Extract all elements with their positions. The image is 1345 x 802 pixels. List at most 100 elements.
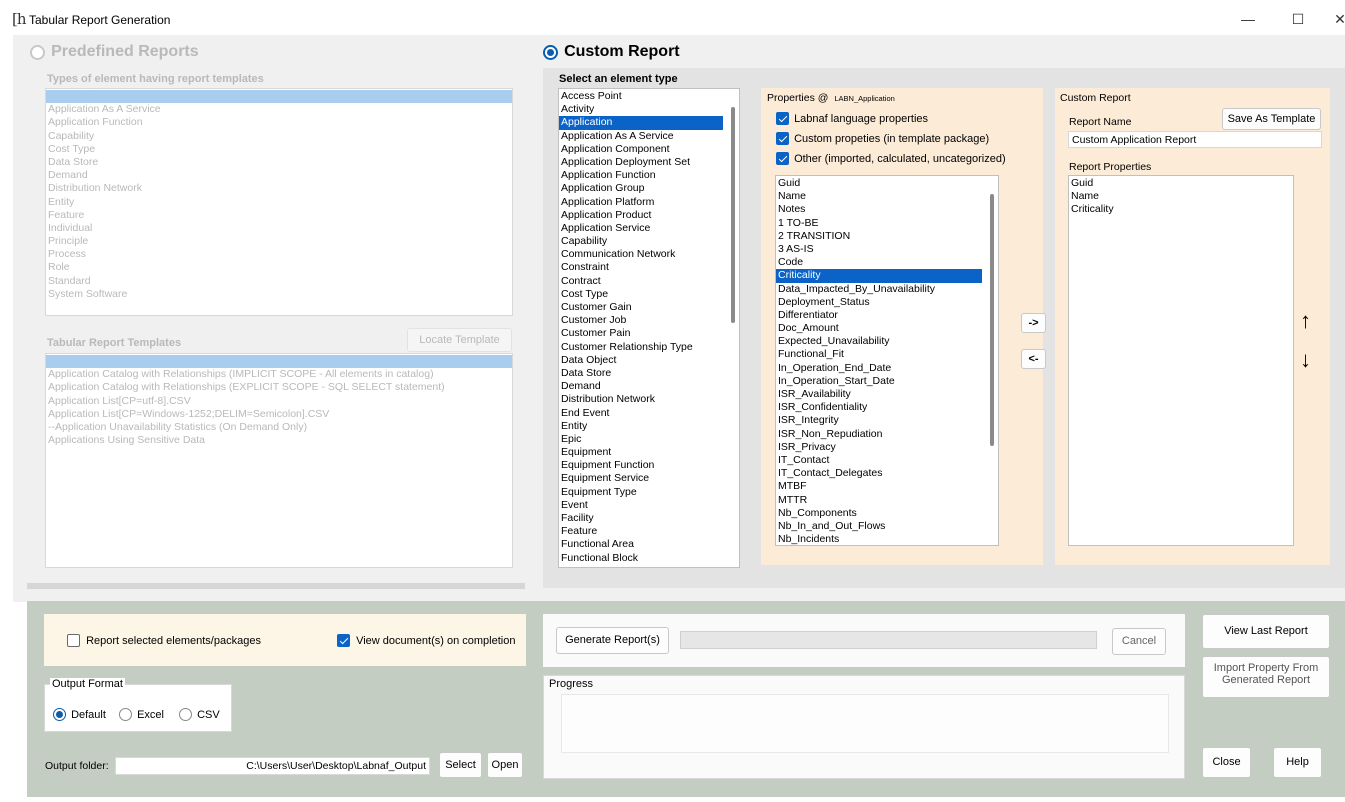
type-list-item[interactable]: Application As A Service: [46, 103, 512, 116]
element-type-item[interactable]: Customer Gain: [559, 301, 723, 314]
element-type-item[interactable]: Application Component: [559, 143, 723, 156]
open-folder-button[interactable]: Open: [487, 752, 523, 778]
property-item[interactable]: Criticality: [776, 269, 982, 283]
type-list-item[interactable]: Cost Type: [46, 143, 512, 156]
type-list-item[interactable]: Principle: [46, 235, 512, 248]
format-default-row[interactable]: Default: [53, 708, 106, 721]
element-type-item[interactable]: Entity: [559, 420, 723, 433]
format-default-radio[interactable]: [53, 708, 66, 721]
report-selected-row[interactable]: Report selected elements/packages: [67, 634, 261, 647]
type-list-item[interactable]: Distribution Network: [46, 182, 512, 195]
property-item[interactable]: 1 TO-BE: [776, 217, 982, 230]
maximize-icon[interactable]: ☐: [1283, 8, 1313, 30]
property-item[interactable]: 2 TRANSITION: [776, 230, 982, 243]
report-property-item[interactable]: Name: [1069, 190, 1293, 203]
help-button[interactable]: Help: [1273, 747, 1322, 778]
element-type-item[interactable]: Functional Block: [559, 552, 723, 565]
move-up-icon[interactable]: ↑: [1300, 308, 1311, 334]
cancel-button[interactable]: Cancel: [1112, 628, 1166, 655]
element-type-item[interactable]: Capability: [559, 235, 723, 248]
property-item[interactable]: Code: [776, 256, 982, 269]
report-properties-listbox[interactable]: Guid Name Criticality: [1068, 175, 1294, 546]
locate-template-button[interactable]: Locate Template: [407, 328, 512, 352]
move-down-icon[interactable]: ↓: [1300, 347, 1311, 373]
add-property-button[interactable]: ->: [1021, 313, 1046, 333]
property-item[interactable]: Name: [776, 190, 982, 203]
property-item[interactable]: ISR_Availability: [776, 388, 982, 401]
element-type-item[interactable]: Application Function: [559, 169, 723, 182]
template-list-item[interactable]: Application List[CP=Windows-1252;DELIM=S…: [46, 408, 512, 421]
custom-report-option[interactable]: Custom Report: [543, 43, 680, 61]
report-name-input[interactable]: Custom Application Report: [1068, 131, 1322, 148]
custom-radio[interactable]: [543, 44, 558, 60]
element-type-item[interactable]: End Event: [559, 407, 723, 420]
property-item[interactable]: Nb_Incidents: [776, 533, 982, 545]
element-type-item[interactable]: Equipment Type: [559, 486, 723, 499]
property-item[interactable]: Doc_Amount: [776, 322, 982, 335]
element-type-item[interactable]: Application As A Service: [559, 130, 723, 143]
element-type-item[interactable]: Contract: [559, 275, 723, 288]
property-item[interactable]: ISR_Confidentiality: [776, 401, 982, 414]
type-list-item[interactable]: Demand: [46, 169, 512, 182]
property-item[interactable]: Expected_Unavailability: [776, 335, 982, 348]
template-list-item[interactable]: Applications Using Sensitive Data: [46, 434, 512, 447]
element-type-item[interactable]: Application Deployment Set: [559, 156, 723, 169]
template-list-item[interactable]: Application Catalog with Relationships (…: [46, 368, 512, 381]
format-csv-row[interactable]: CSV: [179, 708, 220, 721]
save-as-template-button[interactable]: Save As Template: [1222, 108, 1321, 130]
templates-listbox[interactable]: Application Catalog Application Catalog w…: [45, 353, 513, 568]
type-list-item[interactable]: Entity: [46, 196, 512, 209]
property-item[interactable]: IT_Contact_Delegates: [776, 467, 982, 480]
element-type-item[interactable]: Epic: [559, 433, 723, 446]
type-list-item[interactable]: Process: [46, 248, 512, 261]
element-type-item[interactable]: Demand: [559, 380, 723, 393]
element-type-item[interactable]: Facility: [559, 512, 723, 525]
other-props-checkbox[interactable]: [776, 152, 789, 165]
property-item[interactable]: In_Operation_Start_Date: [776, 375, 982, 388]
labnaf-checkbox[interactable]: [776, 112, 789, 125]
type-list-item[interactable]: Individual: [46, 222, 512, 235]
element-type-item[interactable]: Constraint: [559, 261, 723, 274]
property-item[interactable]: MTBF: [776, 480, 982, 493]
property-item[interactable]: Notes: [776, 203, 982, 216]
types-listbox[interactable]: Application Application As A Service Appli…: [45, 88, 513, 316]
custom-props-checkbox[interactable]: [776, 132, 789, 145]
element-type-item[interactable]: Functional Area: [559, 538, 723, 551]
import-property-button[interactable]: Import Property From Generated Report: [1202, 656, 1330, 698]
output-folder-input[interactable]: C:\Users\User\Desktop\Labnaf_Output: [115, 757, 430, 775]
element-type-item[interactable]: Application Service: [559, 222, 723, 235]
element-type-listbox[interactable]: Access Point Activity Application Applicati…: [558, 88, 740, 568]
remove-property-button[interactable]: <-: [1021, 349, 1046, 369]
type-list-item[interactable]: Application: [46, 90, 512, 104]
type-list-item[interactable]: Role: [46, 261, 512, 274]
predefined-reports-option[interactable]: Predefined Reports: [30, 43, 199, 61]
type-list-item[interactable]: Feature: [46, 209, 512, 222]
report-selected-checkbox[interactable]: [67, 634, 80, 647]
type-list-item[interactable]: Standard: [46, 275, 512, 288]
property-item[interactable]: ISR_Integrity: [776, 414, 982, 427]
property-item[interactable]: MTTR: [776, 494, 982, 507]
properties-listbox[interactable]: Guid Name Notes 1 TO-BE 2 TRANSITION 3 AS-IS C…: [775, 175, 999, 546]
format-excel-radio[interactable]: [119, 708, 132, 721]
minimize-icon[interactable]: —: [1233, 8, 1263, 30]
property-item[interactable]: IT_Contact: [776, 454, 982, 467]
property-item[interactable]: 3 AS-IS: [776, 243, 982, 256]
element-type-item[interactable]: Application Platform: [559, 196, 723, 209]
element-type-item[interactable]: Data Store: [559, 367, 723, 380]
type-list-item[interactable]: System Software: [46, 288, 512, 301]
template-list-item[interactable]: Application List[CP=utf-8].CSV: [46, 395, 512, 408]
element-type-item[interactable]: Application Product: [559, 209, 723, 222]
report-property-item[interactable]: Guid: [1069, 177, 1293, 190]
element-scrollbar[interactable]: [727, 89, 739, 567]
template-list-item[interactable]: Application Catalog: [46, 355, 512, 369]
element-type-item[interactable]: Equipment Service: [559, 472, 723, 485]
format-csv-radio[interactable]: [179, 708, 192, 721]
view-docs-checkbox[interactable]: [337, 634, 350, 647]
type-list-item[interactable]: Capability: [46, 130, 512, 143]
view-last-report-button[interactable]: View Last Report: [1202, 614, 1330, 649]
element-type-item[interactable]: Customer Pain: [559, 327, 723, 340]
element-type-item[interactable]: Equipment: [559, 446, 723, 459]
property-item[interactable]: Deployment_Status: [776, 296, 982, 309]
properties-scroll-thumb[interactable]: [990, 194, 994, 446]
properties-scrollbar[interactable]: [986, 176, 998, 545]
